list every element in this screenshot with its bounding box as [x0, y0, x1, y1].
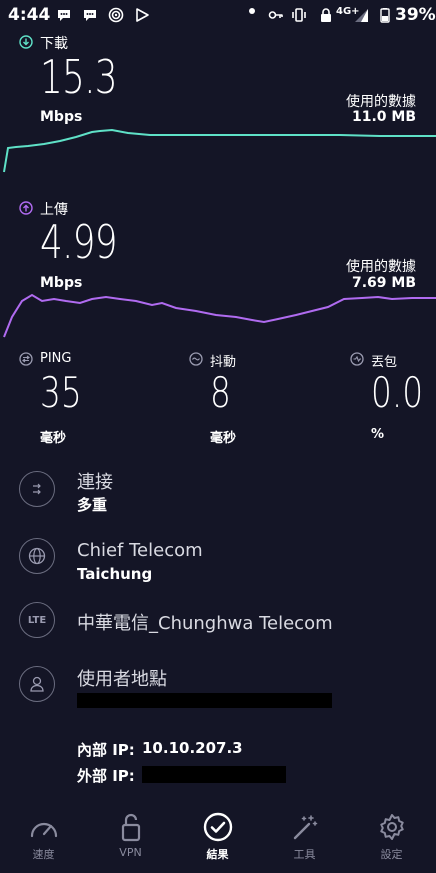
nav-tools[interactable]: 工具 — [261, 812, 348, 872]
connection-value: 多重 — [77, 496, 108, 514]
external-ip-label: 外部 IP: — [77, 767, 135, 785]
status-time: 4:44 — [8, 5, 51, 25]
packet-loss-icon — [350, 352, 364, 366]
key-icon — [268, 11, 283, 19]
status-bar: 4:44 4G+ 39% — [0, 0, 436, 30]
lock-icon — [321, 8, 331, 22]
provider-name: 中華電信_Chunghwa Telecom — [77, 613, 333, 634]
ping-unit: 毫秒 — [40, 431, 67, 446]
internal-ip-value: 10.10.207.3 — [142, 739, 243, 757]
check-circle-icon — [203, 812, 232, 842]
jitter-value: 8 — [210, 368, 231, 417]
upload-data-used-label: 使用的數據 — [346, 259, 416, 275]
location-title: 使用者地點 — [77, 669, 167, 690]
download-graph — [3, 128, 436, 173]
notification-dot-icon — [249, 8, 255, 14]
hotspot-icon — [108, 7, 124, 23]
lte-badge: LTE — [27, 614, 47, 626]
lte-icon: LTE — [19, 602, 55, 638]
ping-label: PING — [40, 351, 72, 366]
location-redacted — [77, 693, 332, 708]
nav-settings-label: 設定 — [380, 848, 403, 861]
nav-vpn[interactable]: VPN — [87, 812, 174, 872]
nav-vpn-label: VPN — [119, 846, 142, 859]
nav-tools-label: 工具 — [293, 848, 316, 861]
packet-loss-value: 0.0 — [371, 368, 424, 417]
server-location: Taichung — [77, 565, 153, 583]
ping-icon — [19, 352, 33, 366]
battery-icon — [380, 8, 390, 23]
upload-icon — [19, 201, 33, 215]
play-store-icon — [136, 8, 149, 22]
message-icon — [58, 10, 70, 21]
external-ip-redacted — [142, 766, 286, 783]
jitter-unit: 毫秒 — [210, 431, 237, 446]
ping-value: 35 — [40, 368, 82, 417]
nav-settings[interactable]: 設定 — [348, 812, 435, 872]
user-icon — [19, 666, 55, 702]
server-name: Chief Telecom — [77, 540, 203, 561]
nav-speed-label: 速度 — [32, 848, 55, 861]
gear-icon — [379, 814, 404, 840]
magic-wand-icon — [293, 815, 317, 840]
download-icon — [19, 35, 33, 49]
battery-percent: 39% — [395, 5, 436, 25]
jitter-icon — [189, 352, 203, 366]
globe-icon — [19, 538, 55, 574]
nav-results-label: 結果 — [206, 848, 229, 861]
message-icon — [84, 10, 96, 21]
nav-results[interactable]: 結果 — [174, 812, 261, 872]
download-data-used-label: 使用的數據 — [346, 94, 416, 110]
connections-icon — [19, 471, 55, 507]
upload-graph — [3, 293, 436, 338]
vibrate-icon — [292, 8, 306, 22]
connection-title: 連接 — [77, 472, 113, 493]
packet-loss-unit: % — [371, 427, 385, 442]
internal-ip-label: 內部 IP: — [77, 741, 135, 759]
download-speed: 15.3 — [40, 50, 118, 104]
upload-speed: 4.99 — [40, 215, 118, 269]
speedometer-icon — [30, 822, 57, 838]
nav-speed[interactable]: 速度 — [0, 812, 87, 872]
signal-icon — [355, 9, 368, 22]
lock-open-icon — [121, 813, 140, 842]
